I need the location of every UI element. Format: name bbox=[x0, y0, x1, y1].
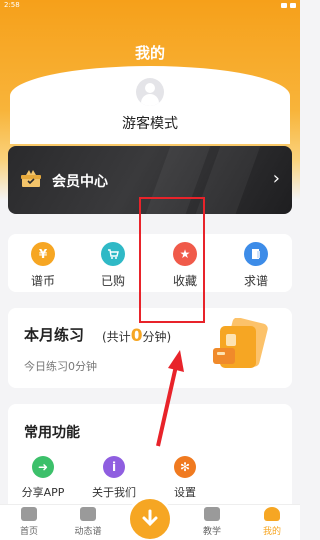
tab-dynamic-score[interactable]: 动态谱 bbox=[63, 507, 113, 537]
status-time: 2:58 bbox=[4, 1, 20, 9]
tab-label: 动态谱 bbox=[74, 527, 102, 537]
sheet-music-icon bbox=[244, 242, 268, 266]
status-bar: 2:58 bbox=[0, 0, 300, 10]
function-share-app[interactable]: ➜ 分享APP bbox=[8, 456, 78, 500]
practice-title: 本月练习 bbox=[24, 326, 85, 344]
share-icon: ➜ bbox=[32, 456, 54, 478]
tab-teaching[interactable]: 教学 bbox=[187, 507, 237, 537]
quick-action-purchased[interactable]: 已购 bbox=[83, 242, 143, 289]
annotation-highlight-box bbox=[139, 197, 205, 323]
home-icon bbox=[21, 507, 37, 521]
practice-illustration bbox=[213, 318, 268, 368]
tab-profile[interactable]: 我的 bbox=[247, 507, 297, 537]
quick-action-label: 谱币 bbox=[30, 274, 55, 288]
profile-icon bbox=[264, 507, 280, 521]
tab-label: 我的 bbox=[262, 527, 281, 537]
download-arrow-icon bbox=[142, 509, 158, 527]
quick-action-label: 已购 bbox=[100, 274, 125, 288]
quick-action-request-score[interactable]: 求谱 bbox=[226, 242, 286, 289]
practice-total: (共计0分钟) bbox=[102, 326, 171, 346]
avatar-head-icon bbox=[145, 83, 155, 93]
tab-label: 教学 bbox=[202, 527, 221, 537]
tab-label: 首页 bbox=[19, 527, 38, 537]
gear-icon: ✻ bbox=[174, 456, 196, 478]
avatar-body-icon bbox=[141, 94, 159, 106]
crown-gift-icon bbox=[21, 170, 41, 187]
page-title: 我的 bbox=[134, 44, 165, 62]
info-icon: i bbox=[103, 456, 125, 478]
common-functions-title: 常用功能 bbox=[24, 425, 80, 441]
practice-today: 今日练习0分钟 bbox=[24, 360, 97, 373]
teaching-icon bbox=[204, 507, 220, 521]
chevron-right-icon: › bbox=[272, 168, 280, 189]
practice-total-value: 0 bbox=[130, 326, 143, 346]
quick-action-coins[interactable]: ¥ 谱币 bbox=[13, 242, 73, 289]
quick-action-label: 求谱 bbox=[243, 274, 268, 288]
wifi-icon bbox=[281, 2, 287, 8]
function-label: 分享APP bbox=[21, 486, 65, 499]
practice-total-suffix: 分钟) bbox=[142, 330, 172, 344]
avatar[interactable] bbox=[136, 78, 164, 106]
battery-icon bbox=[290, 2, 296, 8]
practice-total-prefix: (共计 bbox=[102, 330, 131, 344]
status-icons bbox=[281, 2, 296, 8]
dynamic-score-icon bbox=[80, 507, 96, 521]
function-about-us[interactable]: i 关于我们 bbox=[79, 456, 149, 500]
guest-mode-label[interactable]: 游客模式 bbox=[0, 113, 300, 133]
function-settings[interactable]: ✻ 设置 bbox=[150, 456, 220, 500]
tab-home[interactable]: 首页 bbox=[4, 507, 54, 537]
center-download-button[interactable] bbox=[127, 496, 173, 540]
coin-bag-icon: ¥ bbox=[31, 242, 55, 266]
vip-center-label: 会员中心 bbox=[52, 174, 108, 190]
annotation-arrow bbox=[156, 350, 184, 447]
cart-icon bbox=[101, 242, 125, 266]
